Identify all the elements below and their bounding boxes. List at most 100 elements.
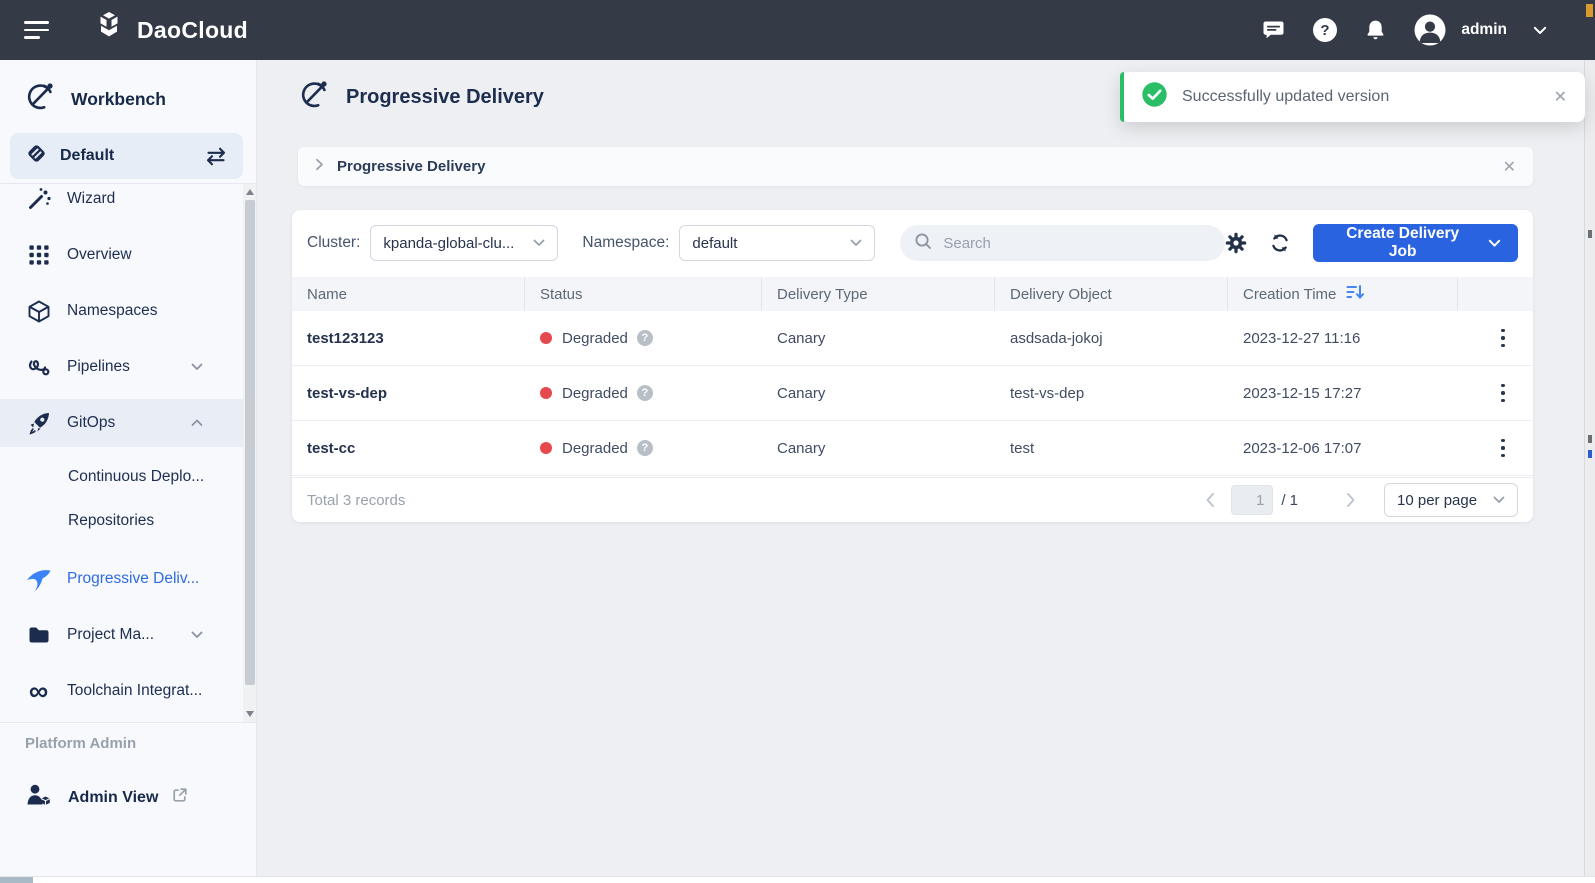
grid-icon bbox=[25, 244, 52, 266]
scrollbar-thumb[interactable] bbox=[0, 877, 33, 883]
page-number-input[interactable] bbox=[1231, 485, 1273, 515]
sidebar-item-namespaces[interactable]: Namespaces bbox=[0, 289, 243, 333]
username-label: admin bbox=[1461, 21, 1507, 39]
create-delivery-job-button[interactable]: Create Delivery Job bbox=[1313, 224, 1518, 262]
breadcrumb[interactable]: Progressive Delivery bbox=[337, 158, 485, 175]
chat-icon[interactable] bbox=[1261, 18, 1286, 42]
namespace-label: Namespace: bbox=[582, 234, 669, 252]
prev-page-icon[interactable] bbox=[1205, 492, 1215, 508]
status-help-icon[interactable]: ? bbox=[637, 440, 653, 456]
screen-edge-strip bbox=[1584, 60, 1595, 883]
sidebar-item-wizard[interactable]: Wizard bbox=[0, 183, 243, 221]
sidebar-item-label: Project Ma... bbox=[67, 626, 154, 644]
status-help-icon[interactable]: ? bbox=[637, 385, 653, 401]
sidebar-item-label: GitOps bbox=[67, 414, 115, 432]
search-input[interactable] bbox=[941, 234, 1211, 253]
close-icon[interactable]: ✕ bbox=[1554, 87, 1567, 107]
workspace-selector[interactable]: Default bbox=[10, 133, 243, 179]
delivery-type: Canary bbox=[762, 385, 995, 402]
actions-cell bbox=[1458, 323, 1533, 354]
sidebar-item-label: Toolchain Integrat... bbox=[67, 682, 202, 700]
cluster-label: Cluster: bbox=[307, 234, 360, 252]
row-actions-button[interactable] bbox=[1497, 323, 1509, 354]
table-row[interactable]: test-cc Degraded ? Canary test 2023-12-0… bbox=[292, 421, 1533, 476]
chevron-down-icon[interactable] bbox=[1533, 26, 1547, 35]
switch-workspace-icon[interactable] bbox=[204, 147, 228, 166]
actions-cell bbox=[1458, 433, 1533, 464]
actions-cell bbox=[1458, 378, 1533, 409]
refresh-icon[interactable] bbox=[1269, 232, 1291, 254]
brand-name: DaoCloud bbox=[137, 17, 248, 44]
create-delivery-job-label: Create Delivery Job bbox=[1330, 225, 1475, 261]
workspace-name: Default bbox=[60, 147, 114, 165]
toast-accent-bar bbox=[1120, 72, 1124, 122]
job-name[interactable]: test-cc bbox=[292, 440, 525, 457]
sidebar-item-toolchain-integration[interactable]: ∞ Toolchain Integrat... bbox=[0, 669, 243, 713]
cluster-value: kpanda-global-clu... bbox=[383, 235, 514, 252]
delivery-object: test-vs-dep bbox=[995, 385, 1228, 402]
sidebar-item-repositories[interactable]: Repositories bbox=[0, 501, 243, 541]
sidebar-menu: Wizard Overview Namespaces bbox=[0, 183, 256, 723]
chevron-down-icon bbox=[191, 363, 203, 371]
sidebar-item-label: Progressive Deliv... bbox=[67, 570, 199, 588]
cube-icon bbox=[25, 299, 52, 324]
status-dot bbox=[540, 387, 552, 399]
folder-icon bbox=[25, 624, 52, 646]
scroll-down-arrow[interactable] bbox=[246, 711, 254, 717]
cluster-select[interactable]: kpanda-global-clu... bbox=[370, 225, 558, 261]
horizontal-scrollbar[interactable] bbox=[0, 876, 1595, 883]
module-header: Workbench bbox=[24, 80, 166, 118]
namespace-select[interactable]: default bbox=[679, 225, 875, 261]
progressive-delivery-icon bbox=[298, 78, 331, 116]
sidebar-scrollbar[interactable] bbox=[243, 184, 256, 722]
row-actions-button[interactable] bbox=[1497, 433, 1509, 464]
job-status-cell: Degraded ? bbox=[525, 440, 762, 457]
column-header-delivery-object: Delivery Object bbox=[995, 277, 1228, 311]
rocket-icon bbox=[25, 410, 52, 436]
sidebar-item-overview[interactable]: Overview bbox=[0, 233, 243, 277]
sidebar-item-label: Namespaces bbox=[67, 302, 157, 320]
delivery-type: Canary bbox=[762, 440, 995, 457]
admin-user-icon bbox=[25, 782, 52, 813]
scroll-up-arrow[interactable] bbox=[246, 189, 254, 195]
status-dot bbox=[540, 332, 552, 344]
help-icon[interactable]: ? bbox=[1312, 17, 1338, 43]
sidebar: Workbench Default Wizard bbox=[0, 60, 257, 883]
sidebar-item-continuous-deployment[interactable]: Continuous Deplo... bbox=[0, 457, 243, 497]
page-size-select[interactable]: 10 per page bbox=[1384, 483, 1518, 517]
status-help-icon[interactable]: ? bbox=[637, 330, 653, 346]
table-row[interactable]: test-vs-dep Degraded ? Canary test-vs-de… bbox=[292, 366, 1533, 421]
sidebar-item-label: Repositories bbox=[68, 512, 154, 530]
next-page-icon[interactable] bbox=[1346, 492, 1356, 508]
menu-toggle-icon[interactable] bbox=[24, 17, 49, 43]
sort-descending-icon[interactable] bbox=[1346, 284, 1365, 304]
column-header-creation-time[interactable]: Creation Time bbox=[1228, 277, 1458, 311]
settings-gear-icon[interactable] bbox=[1225, 232, 1247, 254]
chevron-down-icon bbox=[1485, 496, 1505, 504]
workspace-icon bbox=[25, 142, 48, 170]
infinity-icon: ∞ bbox=[25, 682, 52, 700]
close-icon[interactable]: ✕ bbox=[1503, 157, 1516, 177]
row-actions-button[interactable] bbox=[1497, 378, 1509, 409]
namespace-value: default bbox=[692, 235, 737, 252]
sidebar-item-pipelines[interactable]: Pipelines bbox=[0, 345, 243, 389]
delivery-jobs-table: Name Status Delivery Type Delivery Objec… bbox=[292, 277, 1533, 476]
sidebar-item-progressive-delivery[interactable]: Progressive Deliv... bbox=[0, 557, 243, 601]
job-name[interactable]: test-vs-dep bbox=[292, 385, 525, 402]
page-size-value: 10 per page bbox=[1397, 492, 1477, 509]
job-name[interactable]: test123123 bbox=[292, 330, 525, 347]
sidebar-item-admin-view[interactable]: Admin View bbox=[25, 782, 188, 813]
brand-logo[interactable]: DaoCloud bbox=[91, 10, 248, 51]
workbench-icon bbox=[24, 80, 57, 118]
bird-icon bbox=[25, 566, 52, 592]
delivery-type: Canary bbox=[762, 330, 995, 347]
chevron-right-icon[interactable] bbox=[315, 158, 324, 176]
avatar[interactable] bbox=[1413, 13, 1447, 47]
table-row[interactable]: test123123 Degraded ? Canary asdsada-jok… bbox=[292, 311, 1533, 366]
column-header-status: Status bbox=[525, 277, 762, 311]
scrollbar-thumb[interactable] bbox=[245, 200, 255, 685]
sidebar-item-project-management[interactable]: Project Ma... bbox=[0, 613, 243, 657]
sidebar-item-gitops[interactable]: GitOps bbox=[0, 399, 243, 447]
bell-icon[interactable] bbox=[1364, 18, 1387, 42]
sidebar-item-label: Pipelines bbox=[67, 358, 130, 376]
